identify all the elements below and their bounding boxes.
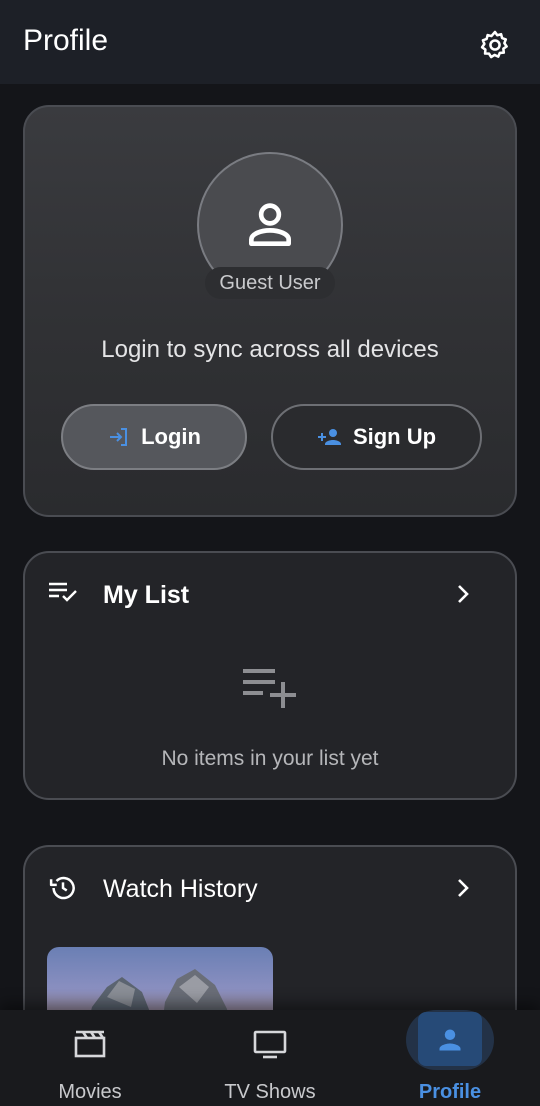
- my-list-header[interactable]: My List: [47, 575, 497, 615]
- app-bar: Profile: [0, 0, 540, 84]
- person-add-icon: [317, 429, 341, 445]
- nav-label-profile: Profile: [418, 1081, 482, 1103]
- playlist-check-icon: [49, 582, 77, 602]
- login-button[interactable]: Login: [61, 404, 247, 470]
- nav-item-movies[interactable]: Movies: [0, 1010, 180, 1106]
- my-list-card[interactable]: My List No items in your list yet: [23, 551, 517, 800]
- history-thumbnail[interactable]: [47, 947, 273, 1010]
- sync-message: Login to sync across all devices: [101, 336, 439, 363]
- login-button-label: Login: [141, 424, 201, 449]
- person-icon: [249, 203, 291, 247]
- profile-card: Guest User Login to sync across all devi…: [23, 105, 517, 517]
- history-icon: [49, 876, 75, 900]
- chevron-right-icon[interactable]: [455, 877, 471, 899]
- my-list-empty-message: No items in your list yet: [161, 747, 379, 770]
- gear-icon[interactable]: [478, 28, 512, 62]
- nav-label-movies: Movies: [58, 1081, 122, 1103]
- clapperboard-icon: [74, 1030, 106, 1058]
- watch-history-title: Watch History: [103, 875, 258, 903]
- nav-label-tv-shows: TV Shows: [224, 1081, 316, 1103]
- my-list-title: My List: [103, 581, 190, 609]
- sign-up-button-label: Sign Up: [352, 424, 437, 449]
- sign-up-button[interactable]: Sign Up: [271, 404, 482, 470]
- tv-icon: [253, 1030, 287, 1059]
- nav-item-tv-shows[interactable]: TV Shows: [180, 1010, 360, 1106]
- watch-history-header[interactable]: Watch History: [47, 869, 497, 909]
- guest-user-label: Guest User: [205, 267, 335, 299]
- person-icon: [439, 1029, 461, 1051]
- playlist-add-icon: [243, 669, 296, 708]
- chevron-right-icon[interactable]: [455, 583, 471, 605]
- nav-item-profile[interactable]: Profile: [360, 1010, 540, 1106]
- bottom-navigation: Movies TV Shows Profile: [0, 1010, 540, 1106]
- scroll-content[interactable]: Guest User Login to sync across all devi…: [0, 84, 540, 1010]
- page-title: Profile: [23, 24, 109, 57]
- login-icon: [110, 428, 128, 446]
- watch-history-card[interactable]: Watch History: [23, 845, 517, 1010]
